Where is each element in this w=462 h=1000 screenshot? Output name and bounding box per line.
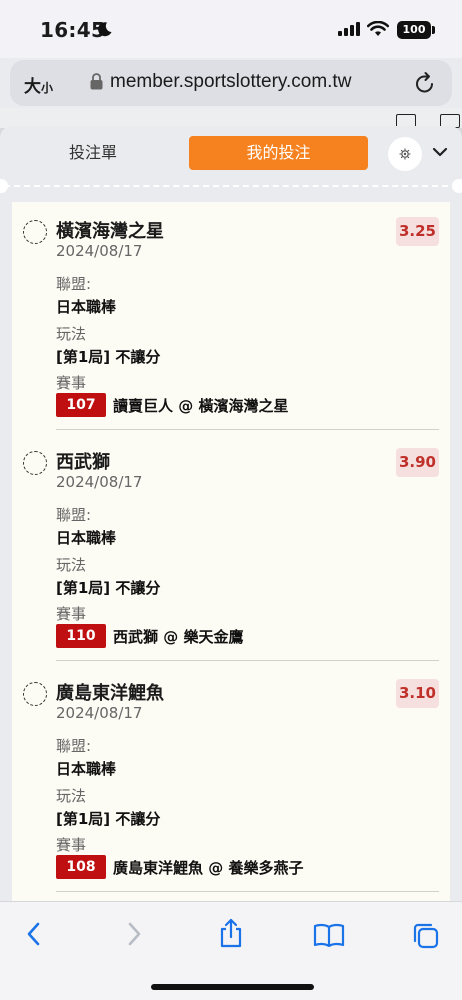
league-label: 聯盟:	[56, 506, 92, 524]
text-size-button[interactable]: 大小	[24, 72, 53, 97]
bet-separator	[56, 891, 439, 892]
home-indicator	[151, 984, 314, 990]
bet-select-checkbox[interactable]	[23, 682, 47, 706]
market-value: [第1局] 不讓分	[56, 810, 161, 828]
league-label: 聯盟:	[56, 275, 92, 293]
bet-select-checkbox[interactable]	[23, 220, 47, 244]
bet-date: 2024/08/17	[56, 704, 143, 722]
bet-separator	[56, 429, 439, 430]
bet-separator	[56, 660, 439, 661]
bet-item: 廣島東洋鯉魚 2024/08/17 3.10 聯盟: 日本職棒 玩法 [第1局]…	[12, 664, 450, 894]
dashed-divider	[4, 185, 458, 187]
bet-select-checkbox[interactable]	[23, 451, 47, 475]
event-label: 賽事	[56, 374, 87, 392]
status-bar: 16:45 100	[0, 0, 462, 58]
reload-icon[interactable]	[414, 71, 436, 95]
cellular-signal-icon	[338, 22, 360, 36]
matchup-text: 廣島東洋鯉魚 @ 養樂多燕子	[113, 859, 304, 877]
chevron-right-icon[interactable]	[124, 920, 144, 948]
market-label: 玩法	[56, 556, 87, 574]
chevron-left-icon[interactable]	[24, 920, 44, 948]
league-value: 日本職棒	[56, 760, 117, 778]
gear-icon	[399, 148, 411, 160]
chevron-down-icon[interactable]	[432, 146, 448, 158]
bet-item: 西武獅 2024/08/17 3.90 聯盟: 日本職棒 玩法 [第1局] 不讓…	[12, 433, 450, 663]
background-page-peek	[0, 108, 462, 128]
event-label: 賽事	[56, 605, 87, 623]
address-bar[interactable]: 大小 member.sportslottery.com.tw	[10, 60, 452, 106]
odds-badge: 3.10	[396, 679, 439, 708]
market-value: [第1局] 不讓分	[56, 579, 161, 597]
game-number-badge: 110	[56, 624, 106, 648]
odds-badge: 3.25	[396, 217, 439, 246]
ticket-notch-right	[452, 179, 462, 193]
league-label: 聯盟:	[56, 737, 92, 755]
game-number-badge: 107	[56, 393, 106, 417]
share-icon[interactable]	[218, 917, 244, 949]
league-value: 日本職棒	[56, 529, 117, 547]
matchup-text: 西武獅 @ 樂天金鷹	[113, 628, 244, 646]
moon-icon	[98, 22, 112, 37]
tab-bar: 投注單 我的投注	[0, 136, 462, 172]
text-size-large-label: 大	[24, 77, 41, 97]
lock-icon	[90, 73, 103, 90]
tab-bet-slip[interactable]: 投注單	[38, 136, 148, 170]
market-label: 玩法	[56, 325, 87, 343]
matchup-text: 讀賣巨人 @ 橫濱海灣之星	[113, 397, 289, 415]
ticket-notch-left	[0, 179, 8, 193]
bet-list: 橫濱海灣之星 2024/08/17 3.25 聯盟: 日本職棒 玩法 [第1局]…	[12, 202, 450, 901]
web-content: 投注單 我的投注 橫濱海灣之星 2024/08/17 3.25 聯盟: 日本職棒…	[0, 108, 462, 901]
bet-date: 2024/08/17	[56, 242, 143, 260]
status-time: 16:45	[40, 18, 106, 42]
bet-selection-team: 廣島東洋鯉魚	[56, 683, 164, 704]
battery-indicator: 100	[397, 21, 431, 39]
market-value: [第1局] 不讓分	[56, 348, 161, 366]
wifi-icon	[367, 21, 389, 36]
book-icon[interactable]	[313, 923, 345, 947]
event-label: 賽事	[56, 836, 87, 854]
bet-date: 2024/08/17	[56, 473, 143, 491]
bet-slip-panel: 投注單 我的投注 橫濱海灣之星 2024/08/17 3.25 聯盟: 日本職棒…	[0, 126, 462, 901]
league-value: 日本職棒	[56, 298, 117, 316]
text-size-small-label: 小	[41, 81, 54, 95]
odds-badge: 3.90	[396, 448, 439, 477]
bet-item: 橫濱海灣之星 2024/08/17 3.25 聯盟: 日本職棒 玩法 [第1局]…	[12, 202, 450, 432]
game-number-badge: 108	[56, 855, 106, 879]
url-text[interactable]: member.sportslottery.com.tw	[110, 71, 351, 93]
bet-selection-team: 橫濱海灣之星	[56, 221, 164, 242]
settings-button[interactable]	[388, 137, 422, 171]
tabs-icon[interactable]	[412, 922, 440, 950]
market-label: 玩法	[56, 787, 87, 805]
tab-my-bets[interactable]: 我的投注	[189, 136, 368, 170]
bet-selection-team: 西武獅	[56, 452, 110, 473]
battery-cap	[432, 26, 435, 34]
